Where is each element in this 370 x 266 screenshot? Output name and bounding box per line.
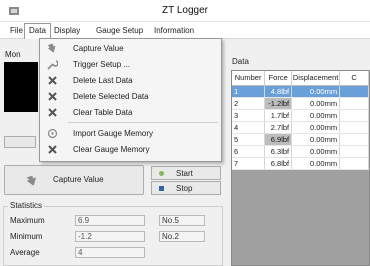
menu-item-label: Import Gauge Memory [73,129,154,138]
delete-x-icon [48,76,57,85]
table-row[interactable]: 5 6.9lbf 0.00mm [232,133,369,146]
menu-item-label: Clear Table Data [73,108,133,117]
cell-c [339,133,369,146]
wrench-icon [47,60,58,70]
menu-data[interactable]: Data [24,23,51,39]
table-row[interactable]: 1 4.8lbf 0.00mm [232,85,369,98]
menu-separator [68,122,218,123]
table-row[interactable]: 7 6.8lbf 0.00mm [232,157,369,170]
menu-item-label: Delete Selected Data [73,92,149,101]
monitor-label: Mon [5,50,21,59]
data-panel: Data Number Force Displacement C 1 4.8lb… [226,50,370,266]
menu-item-label: Trigger Setup ... [73,60,131,69]
cell-c [339,85,369,98]
cell-c [339,145,369,158]
statistics-title: Statistics [8,201,45,210]
table-row[interactable]: 2 -1.2lbf 0.00mm [232,97,369,110]
cell-force: 2.7lbf [264,121,293,134]
data-menu-dropdown: Capture Value Trigger Setup ... Delete L… [39,38,222,162]
menu-information[interactable]: Information [150,24,198,37]
cell-force: 1.7lbf [264,109,293,122]
statistics-group: Statistics Maximum 6.9 No.5 Minimum -1.2… [3,201,223,266]
cell-force: 6.8lbf [264,157,293,170]
cell-c [339,157,369,170]
cell-displacement: 0.00mm [291,109,341,122]
capture-arrow-icon [26,175,37,186]
stat-value: -1.2 [75,231,145,242]
cell-number: 1 [232,85,266,98]
cell-number: 5 [232,133,266,146]
menu-item-label: Delete Last Data [73,76,133,85]
cell-number: 3 [232,109,266,122]
capture-arrow-icon [47,43,56,53]
delete-x-icon [48,145,57,154]
cell-c [339,97,369,110]
table-row[interactable]: 4 2.7lbf 0.00mm [232,121,369,134]
window-title: ZT Logger [162,5,208,16]
start-label: Start [176,169,193,178]
column-header-displacement[interactable]: Displacement [291,71,341,86]
cell-c [339,121,369,134]
cell-displacement: 0.00mm [291,85,341,98]
menu-item-trigger-setup[interactable]: Trigger Setup ... [41,58,221,71]
delete-x-icon [48,108,57,117]
cell-displacement: 0.00mm [291,121,341,134]
stat-label: Minimum [10,232,43,241]
stop-button[interactable]: Stop [151,181,221,195]
stat-index: No.5 [159,215,205,226]
stat-row-minimum: Minimum -1.2 No.2 [4,231,222,243]
stat-label: Average [10,248,40,257]
stop-icon [159,186,164,191]
cell-number: 4 [232,121,266,134]
title-bar: ZT Logger [0,0,370,22]
capture-value-button[interactable]: Capture Value [4,165,144,195]
menu-bar: File Data Display Gauge Setup Informatio… [0,22,370,39]
menu-item-label: Capture Value [73,44,124,53]
cell-c [339,109,369,122]
menu-item-import-gauge-memory[interactable]: Import Gauge Memory [41,127,221,140]
cell-displacement: 0.00mm [291,145,341,158]
cell-force: 6.3lbf [264,145,293,158]
delete-x-icon [48,92,57,101]
stat-label: Maximum [10,216,45,225]
table-row[interactable]: 3 1.7lbf 0.00mm [232,109,369,122]
cell-force: 6.9lbf [264,133,293,146]
column-header-c[interactable]: C [339,71,369,86]
data-table[interactable]: Number Force Displacement C 1 4.8lbf 0.0… [231,70,370,266]
import-disk-icon [47,128,58,139]
stat-row-maximum: Maximum 6.9 No.5 [4,215,222,227]
cell-number: 2 [232,97,266,110]
start-icon [159,171,164,176]
menu-item-delete-selected-data[interactable]: Delete Selected Data [41,90,221,103]
stat-value: 6.9 [75,215,145,226]
stat-index: No.2 [159,231,205,242]
stat-row-average: Average 4 [4,247,222,259]
menu-display[interactable]: Display [50,24,84,37]
menu-item-label: Clear Gauge Memory [73,145,150,154]
column-header-number[interactable]: Number [232,71,266,86]
table-header-row: Number Force Displacement C [232,71,369,86]
start-button[interactable]: Start [151,166,221,180]
table-row[interactable]: 6 6.3lbf 0.00mm [232,145,369,158]
cell-displacement: 0.00mm [291,133,341,146]
cell-number: 7 [232,157,266,170]
cell-displacement: 0.00mm [291,157,341,170]
monitor-display [4,62,38,112]
capture-value-label: Capture Value [53,175,104,184]
menu-gauge-setup[interactable]: Gauge Setup [92,24,147,37]
monitor-button[interactable] [4,136,36,148]
menu-item-capture-value[interactable]: Capture Value [41,42,221,55]
cell-force: 4.8lbf [264,85,293,98]
cell-force: -1.2lbf [264,97,293,110]
menu-item-clear-gauge-memory[interactable]: Clear Gauge Memory [41,143,221,156]
cell-number: 6 [232,145,266,158]
stat-value: 4 [75,247,145,258]
menu-item-delete-last-data[interactable]: Delete Last Data [41,74,221,87]
data-panel-label: Data [232,57,249,66]
column-header-force[interactable]: Force [264,71,293,86]
stop-label: Stop [176,184,193,193]
menu-item-clear-table-data[interactable]: Clear Table Data [41,106,221,119]
cell-displacement: 0.00mm [291,97,341,110]
